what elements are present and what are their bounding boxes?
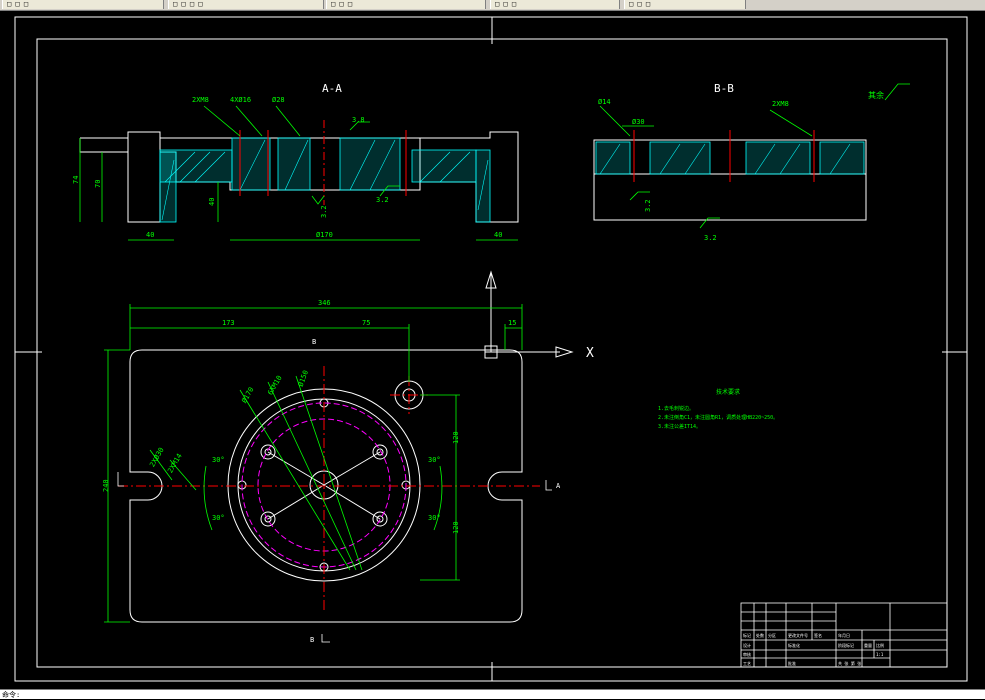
tb-cell-sheets: 共 张 第 张 (838, 660, 861, 666)
dim-6xm10: 6XM10 (266, 374, 283, 396)
dim-phi170: Ø170 (240, 386, 255, 405)
tb-cell-count: 处数 (756, 632, 764, 638)
angle-30-bottom-right: 30° (428, 514, 441, 522)
tab-drawing-3[interactable]: □ □ □ (490, 0, 620, 9)
roughness-note: 其余 (868, 90, 884, 100)
notes-item-3: 3.未注公差IT14。 (658, 423, 701, 430)
tb-cell-stage: 阶段标记 (838, 642, 854, 648)
dim-120-a: 120 (452, 431, 460, 444)
dim-h40: 40 (208, 198, 216, 206)
section-marker-b-bottom: B (310, 636, 314, 644)
tb-cell-date: 年月日 (838, 632, 850, 638)
dim-4x16: 4XØ16 (230, 96, 251, 104)
section-aa-title: A-A (322, 82, 342, 95)
notes-title: 技术要求 (716, 388, 740, 396)
section-marker-a: A (556, 482, 561, 490)
tb-cell-design: 设计 (743, 642, 751, 648)
tab-drawing-4[interactable]: □ □ □ (624, 0, 746, 9)
angle-30-top-left: 30° (212, 456, 225, 464)
toolbar-strip[interactable]: □ □ □ (2, 0, 164, 9)
dim-ra32-b: 3.2 (376, 196, 389, 204)
plan-leaders (149, 375, 443, 571)
tb-cell-mark: 标记 (743, 632, 751, 638)
notes-item-2: 2.未注倒角C1，未注圆角R1，调质处理HB220~250。 (658, 414, 778, 421)
tb-cell-standard: 标准化 (788, 642, 800, 648)
dim-ra32-a: 3.2 (320, 205, 328, 218)
dim-phi170-section: Ø170 (316, 231, 333, 239)
section-marker-b-top: B (312, 338, 316, 346)
angle-30-top-right: 30° (428, 456, 441, 464)
notes-item-1: 1.去毛刺锐边。 (658, 405, 694, 412)
dim-bb-ra32-b: 3.2 (704, 234, 717, 242)
dim-346: 346 (318, 299, 331, 307)
title-block-text: 标记 处数 分区 更改文件号 签名 年月日 设计 标准化 阶段标记 重量 比例 … (743, 632, 884, 666)
dim-phi150: Ø150 (297, 369, 310, 388)
tb-cell-scale: 比例 (876, 642, 884, 648)
dim-173: 173 (222, 319, 235, 327)
angle-30-bottom-left: 30° (212, 514, 225, 522)
tab-drawing-1[interactable]: □ □ □ □ (168, 0, 324, 9)
section-bb-hatch-lines (599, 143, 851, 175)
dim-phi14: Ø14 (598, 98, 611, 106)
dim-75: 75 (362, 319, 370, 327)
dim-h74: 74 (72, 176, 80, 184)
dim-40-right: 40 (494, 231, 502, 239)
dim-2xm8: 2XM8 (192, 96, 209, 104)
dim-120-b: 120 (452, 521, 460, 534)
plan-dimension-text: 346 173 75 15 240 120 120 Ø170 6XM10 Ø15… (102, 299, 516, 534)
tb-cell-process: 工艺 (743, 661, 751, 666)
dim-15: 15 (508, 319, 516, 327)
tb-cell-change: 更改文件号 (788, 632, 808, 638)
section-bb-title: B-B (714, 82, 734, 95)
dim-240: 240 (102, 479, 110, 492)
leader-2x30: 2XØ30 (148, 446, 165, 468)
command-prompt: 命令: (2, 691, 21, 699)
plan-dimension-lines (104, 304, 523, 623)
tab-drawing-2[interactable]: □ □ □ (326, 0, 486, 9)
technical-notes: 技术要求 1.去毛刺锐边。 2.未注倒角C1，未注圆角R1，调质处理HB220~… (658, 388, 778, 430)
tb-cell-ratio: 1:1 (876, 652, 884, 657)
dim-phi28: Ø28 (272, 96, 285, 104)
tb-cell-approve: 批准 (788, 660, 796, 666)
dim-bb-ra32-a: 3.2 (644, 199, 652, 212)
tb-cell-weight: 重量 (864, 642, 872, 648)
tb-cell-sign: 签名 (814, 632, 822, 638)
tb-cell-review: 审核 (743, 651, 751, 657)
section-markers: B B A (117, 338, 561, 644)
cad-drawing-canvas[interactable]: A-A 2XM8 4XØ16 Ø28 3.8 3.2 3.2 74 70 40 … (0, 10, 985, 689)
dim-40-left: 40 (146, 231, 154, 239)
leader-2xm14: 2XM14 (166, 452, 183, 474)
axis-x-label: X (586, 346, 594, 361)
command-line[interactable]: 命令: (0, 689, 985, 699)
ucs-axis-icon (484, 270, 574, 359)
tb-cell-zone: 分区 (768, 632, 776, 638)
dim-phi30: Ø30 (632, 118, 645, 126)
dim-h70: 70 (94, 180, 102, 188)
dim-bb-2xm8: 2XM8 (772, 100, 789, 108)
dim-ra38: 3.8 (352, 116, 365, 124)
